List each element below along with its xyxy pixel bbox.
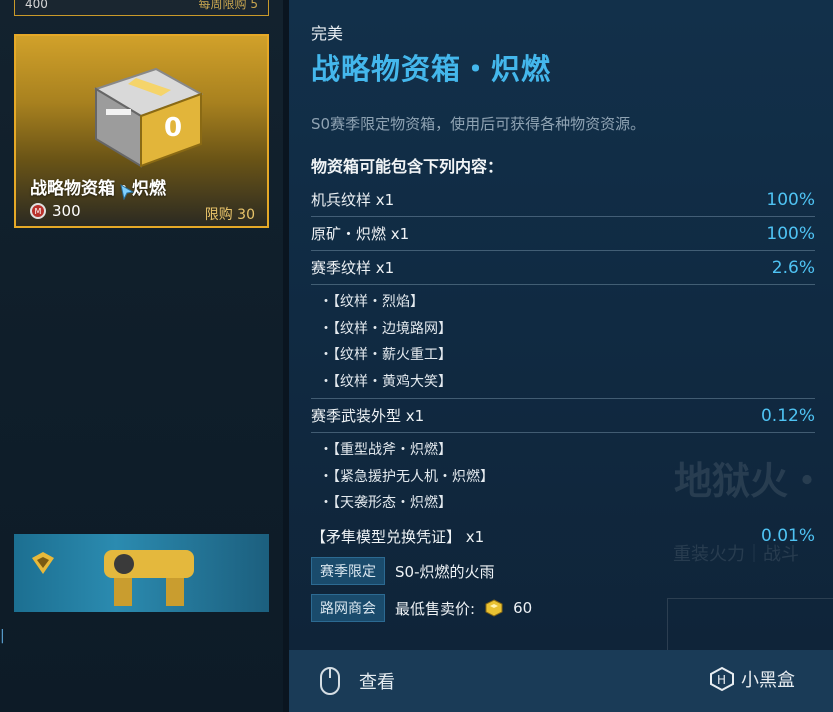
item-title: 战略物资箱・炽燃: [311, 52, 552, 86]
item-rarity: 完美: [311, 24, 344, 43]
card-title: 战略物资箱・炽燃: [30, 179, 166, 199]
weapon-skin-list: ・【重型战斧・炽燃】 ・【紧急援护无人机・炽燃】 ・【天袭形态・炽燃】: [311, 433, 815, 520]
list-item: ・【重型战斧・炽燃】: [319, 442, 452, 458]
view-action-bar[interactable]: 查看 H 小黑盒: [289, 650, 833, 712]
item-description: S0赛季限定物资箱，使用后可获得各种物资资源。: [311, 115, 646, 133]
content-probability: 0.12%: [760, 405, 815, 426]
lowest-price-value: 60: [513, 599, 533, 617]
svg-text:H: H: [717, 673, 726, 687]
content-name: 赛季武装外型 x1: [311, 407, 425, 425]
content-probability: 2.6%: [771, 257, 815, 278]
content-row: 赛季纹样 x1 2.6%: [311, 251, 815, 285]
season-tag-line: 赛季限定 S0-炽燃的火雨: [311, 557, 494, 585]
supply-box-icon: 0: [93, 67, 204, 168]
svg-text:0: 0: [164, 113, 182, 143]
card-purchase-limit: 限购 30: [204, 207, 255, 223]
list-item: ・【天袭形态・炽燃】: [319, 495, 452, 511]
heybox-logo-icon: H: [710, 666, 734, 692]
content-name: 机兵纹样 x1: [311, 191, 395, 209]
list-item: ・【纹样・黄鸡大笑】: [319, 373, 452, 390]
item-list-panel: 400 每周限购 5 0 战略物资箱・炽燃 M 300 限购 30 |: [0, 0, 283, 712]
mouse-cursor-icon: [120, 184, 134, 200]
content-row: 机兵纹样 x1 100%: [311, 183, 815, 217]
rank-emblem-icon: [32, 552, 54, 574]
item-detail-panel: 地狱火・ 重装火力｜战斗 完美 战略物资箱・炽燃 S0赛季限定物资箱，使用后可获…: [289, 0, 833, 712]
next-item-banner[interactable]: [14, 534, 269, 612]
season-limited-tag: 赛季限定: [311, 557, 385, 585]
mouse-icon: [320, 667, 340, 695]
season-pattern-list: ・【纹样・烈焰】 ・【纹样・边境路网】 ・【纹样・薪火重工】 ・【纹样・黄鸡大笑…: [311, 285, 815, 398]
content-row: 原矿・炽燃 x1 100%: [311, 217, 815, 251]
selected-item-card[interactable]: 0 战略物资箱・炽燃 M 300 限购 30: [14, 34, 269, 228]
market-tag: 路网商会: [311, 594, 385, 622]
content-probability: 100%: [766, 189, 815, 210]
previous-item-price: 400: [25, 0, 48, 11]
list-item: ・【纹样・薪火重工】: [319, 347, 452, 363]
season-name: S0-炽燃的火雨: [395, 562, 495, 581]
mech-preview-icon: [104, 550, 194, 606]
market-tag-line: 路网商会 最低售卖价: 60: [311, 594, 532, 622]
content-row: 赛季武装外型 x1 0.12%: [311, 398, 815, 433]
previous-item-card[interactable]: 400 每周限购 5: [14, 0, 269, 16]
currency-cube-icon: [485, 599, 503, 617]
content-probability: 100%: [766, 223, 815, 244]
watermark: H 小黑盒: [709, 666, 795, 692]
card-price: M 300: [30, 202, 81, 220]
content-name: 原矿・炽燃 x1: [311, 225, 410, 243]
currency-coin-icon: M: [30, 203, 46, 219]
content-probability: 0.01%: [760, 526, 815, 546]
lowest-price-label: 最低售卖价:: [395, 599, 476, 618]
watermark-text: 小黑盒: [741, 670, 795, 691]
previous-item-limit: 每周限购 5: [198, 0, 258, 11]
edge-marker: |: [0, 628, 5, 644]
list-item: ・【紧急援护无人机・炽燃】: [319, 468, 494, 485]
view-button[interactable]: 查看: [359, 668, 395, 694]
list-item: ・【纹样・烈焰】: [319, 294, 424, 310]
contents-list: 机兵纹样 x1 100% 原矿・炽燃 x1 100% 赛季纹样 x1 2.6% …: [311, 183, 815, 553]
content-name: 赛季纹样 x1: [311, 259, 395, 277]
content-name: 【矛隼模型兑换凭证】 x1: [311, 527, 485, 546]
card-price-value: 300: [52, 202, 81, 220]
contents-header: 物资箱可能包含下列内容：: [311, 157, 504, 176]
content-row: 【矛隼模型兑换凭证】 x1 0.01%: [311, 520, 815, 553]
list-item: ・【纹样・边境路网】: [319, 320, 452, 337]
